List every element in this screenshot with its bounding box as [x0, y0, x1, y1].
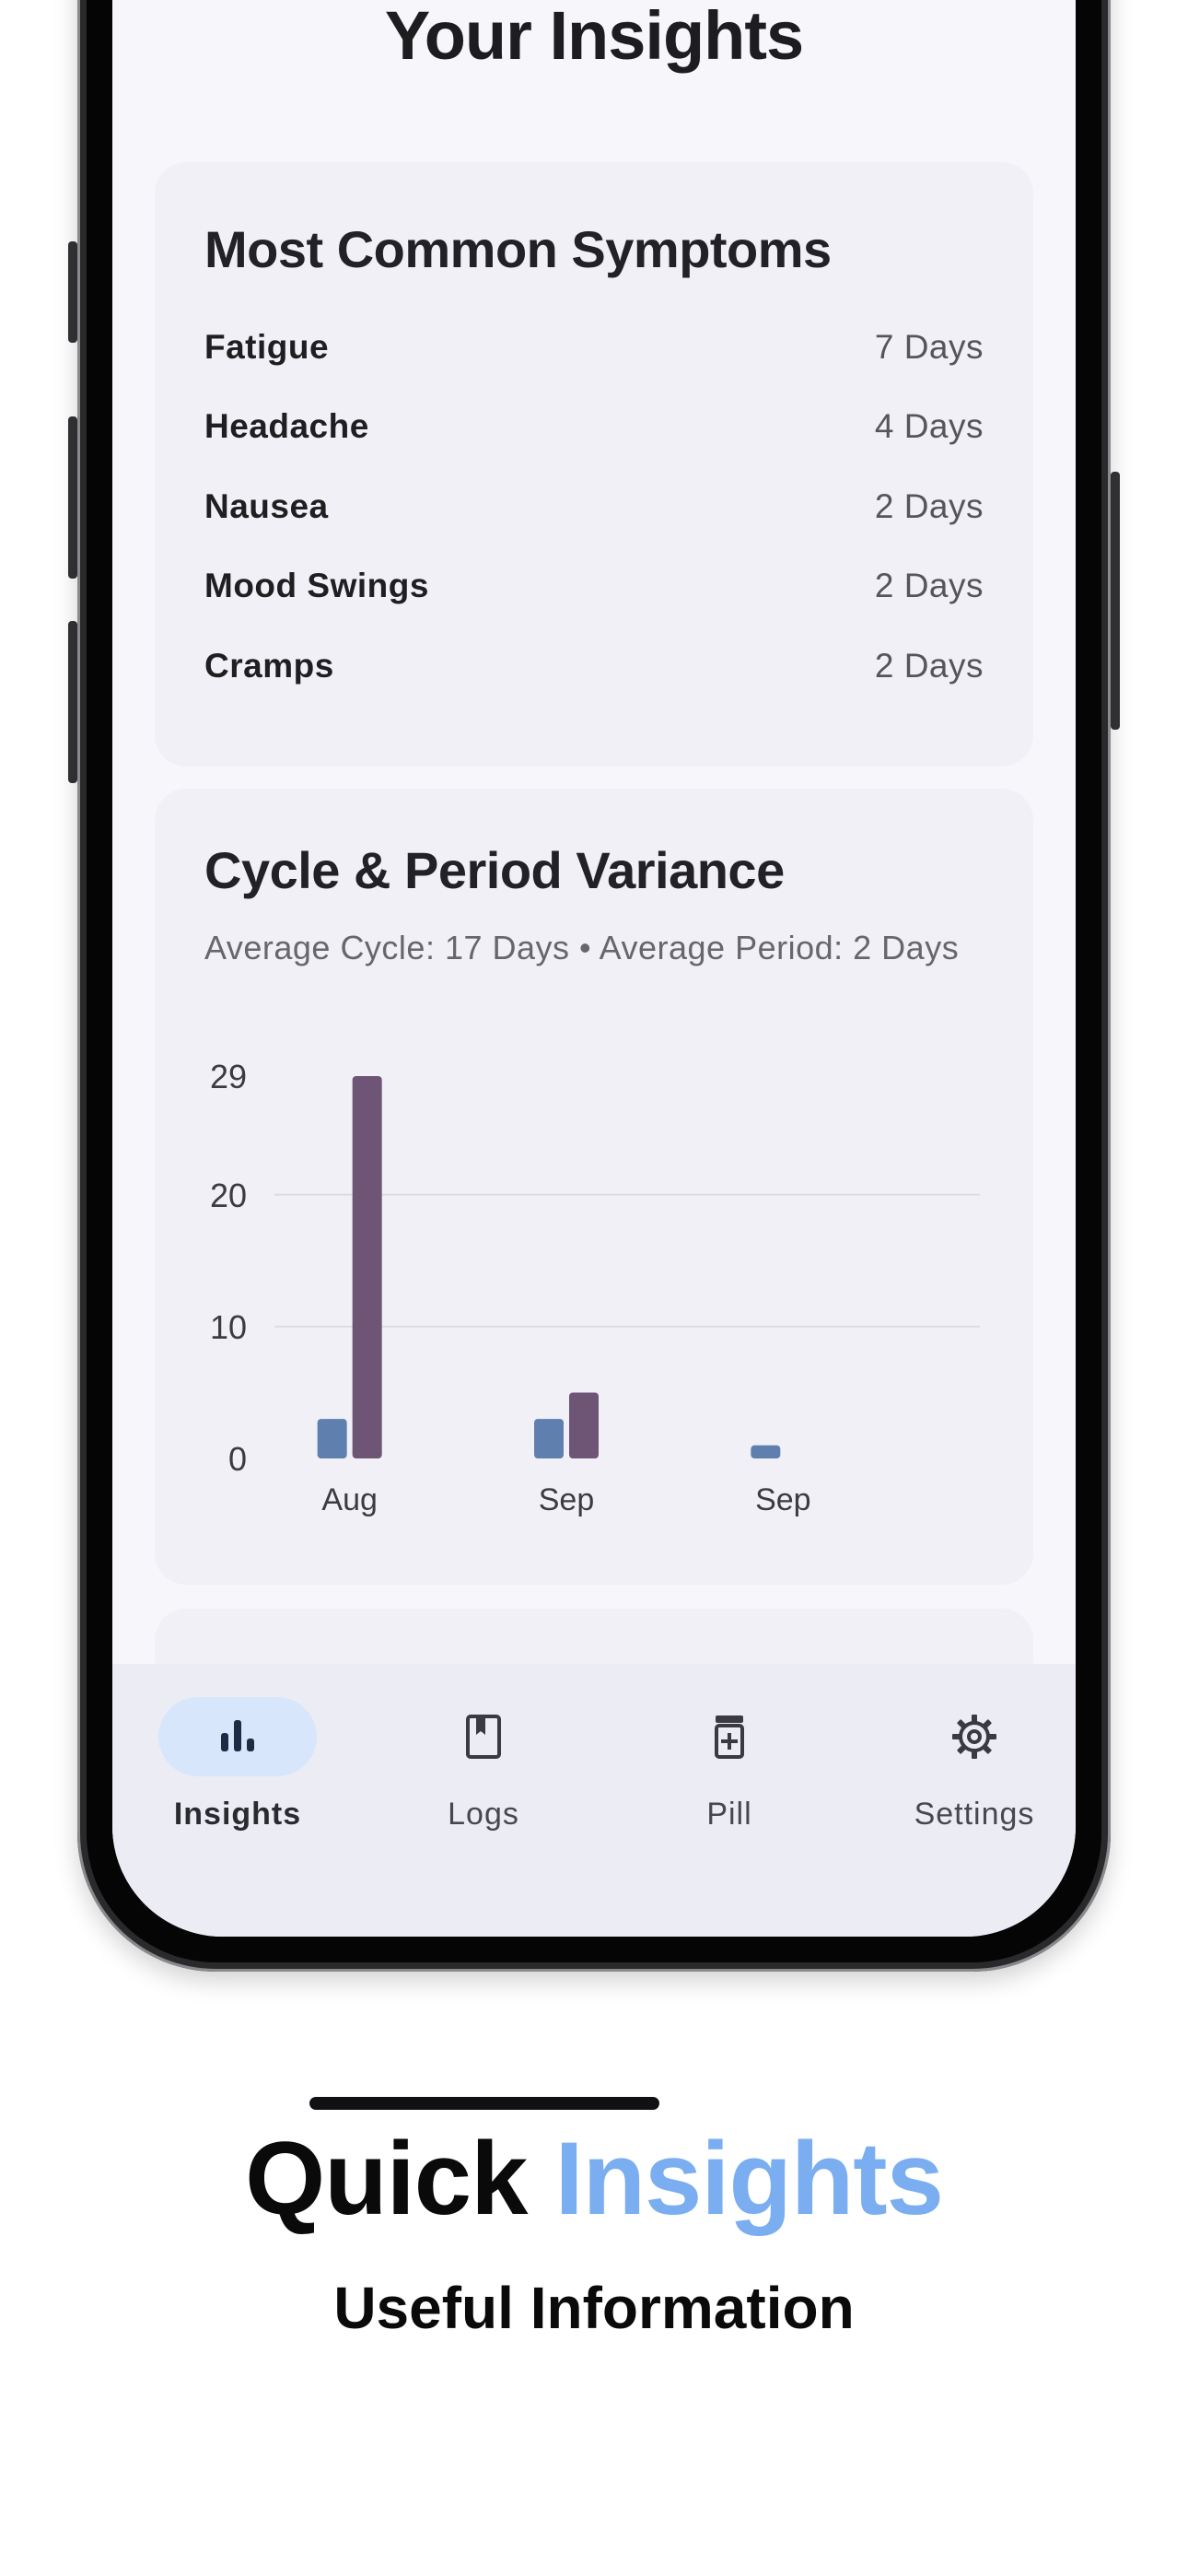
symptom-name: Mood Swings [204, 567, 429, 604]
chart-y-tick-label: 29 [210, 1058, 247, 1095]
tab-logs[interactable]: Logs [382, 1697, 585, 1863]
chart-bar [352, 1076, 382, 1458]
symptom-name: Fatigue [204, 328, 330, 366]
symptom-days: 7 Days [874, 328, 984, 366]
tab-pill[interactable]: Pill [628, 1697, 831, 1863]
symptom-row: Nausea 2 Days [204, 484, 984, 530]
headline-primary: Quick [245, 2121, 528, 2236]
tab-label: Settings [914, 1797, 1035, 1832]
symptom-row: Fatigue 7 Days [204, 324, 984, 370]
symptom-days: 2 Days [874, 487, 984, 525]
marketing-headline: Quick Insights [0, 2119, 1188, 2238]
tab-label: Insights [173, 1797, 302, 1832]
symptoms-card: Most Common Symptoms Fatigue 7 Days Head… [155, 162, 1033, 767]
symptom-name: Nausea [204, 487, 329, 525]
tab-label: Logs [448, 1797, 519, 1832]
chart-y-tick-label: 10 [210, 1308, 247, 1346]
pill-bottle-icon [715, 1715, 744, 1759]
cycle-variance-chart: 0 10 20 29 Aug Sep Sep [210, 1058, 980, 1517]
symptom-row: Cramps 2 Days [204, 643, 984, 689]
phone-volume-up-button [68, 416, 77, 579]
bottom-tab-bar: Insights Logs Pill Settings [112, 1664, 1076, 1937]
symptom-row: Headache 4 Days [204, 404, 984, 450]
chart-bar [569, 1392, 599, 1458]
symptom-row: Mood Swings 2 Days [204, 563, 984, 609]
chart-x-tick-label: Sep [755, 1482, 811, 1517]
chart-bar [317, 1419, 347, 1458]
tab-settings[interactable]: Settings [873, 1697, 1076, 1863]
chart-bar [534, 1419, 564, 1458]
home-indicator[interactable] [309, 2097, 659, 2110]
gear-icon [952, 1715, 996, 1759]
app-screen: Your Insights Most Common Symptoms Fatig… [112, 0, 1076, 1937]
tab-label: Pill [706, 1797, 752, 1832]
chart-y-tick-label: 0 [228, 1440, 247, 1478]
symptom-name: Cramps [204, 647, 334, 685]
phone-power-button [1111, 472, 1120, 730]
phone-volume-down-button [68, 621, 77, 783]
marketing-screenshot: Your Insights Most Common Symptoms Fatig… [0, 0, 1188, 2576]
chart-y-tick-label: 20 [210, 1177, 247, 1214]
bar-chart-icon [221, 1720, 254, 1751]
symptom-days: 4 Days [874, 407, 984, 445]
tab-insights[interactable]: Insights [136, 1697, 339, 1863]
chart-bar [751, 1445, 781, 1458]
book-icon [466, 1715, 501, 1759]
chart-x-tick-label: Aug [321, 1482, 378, 1517]
cycle-variance-card: Cycle & Period Variance Average Cycle: 1… [155, 789, 1033, 1585]
symptom-days: 2 Days [874, 647, 984, 685]
symptoms-card-title: Most Common Symptoms [204, 220, 832, 278]
page-title: Your Insights [384, 0, 804, 74]
symptom-name: Headache [204, 407, 369, 445]
symptom-days: 2 Days [874, 567, 984, 604]
headline-accent: Insights [554, 2121, 944, 2236]
marketing-subline: Useful Information [333, 2275, 855, 2341]
phone-action-button [68, 241, 77, 343]
chart-x-tick-label: Sep [539, 1482, 595, 1517]
